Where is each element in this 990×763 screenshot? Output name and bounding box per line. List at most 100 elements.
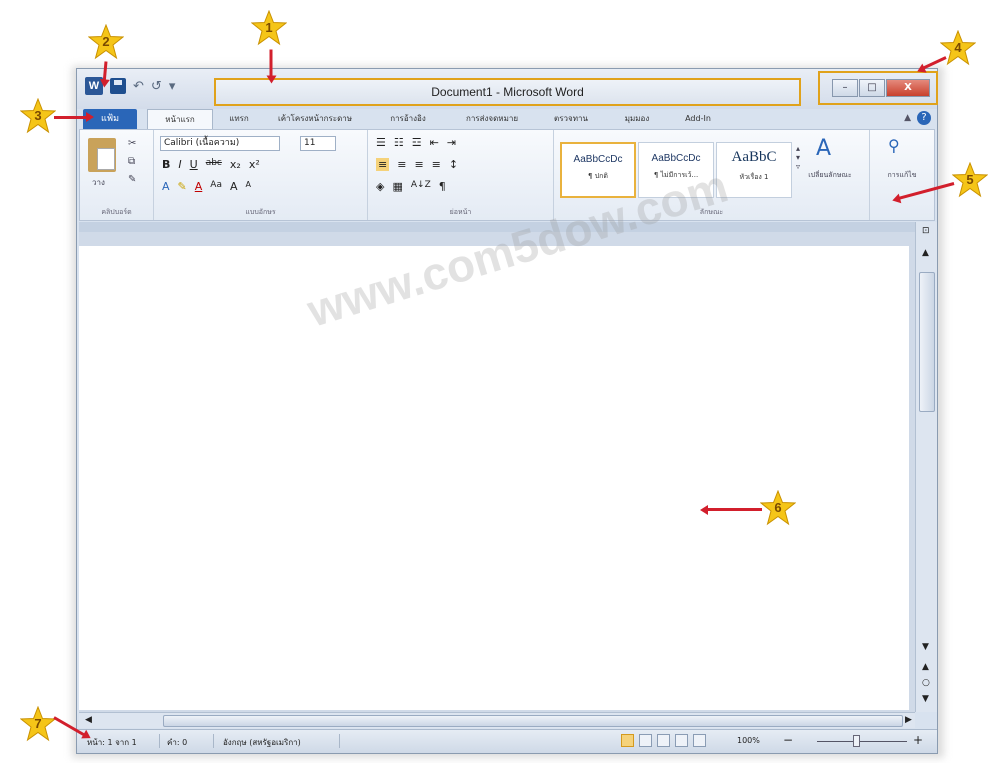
callout-arrow-1 bbox=[269, 49, 273, 78]
font-color-icon[interactable]: A bbox=[195, 180, 203, 193]
copy-icon[interactable]: ⧉ bbox=[128, 156, 135, 167]
tab-page-layout[interactable]: เค้าโครงหน้ากระดาษ bbox=[263, 109, 367, 129]
status-separator bbox=[213, 734, 214, 748]
multilevel-list-icon[interactable]: ☲ bbox=[412, 136, 422, 149]
tab-add-in[interactable]: Add-In bbox=[671, 109, 725, 129]
format-painter-icon[interactable]: ✎ bbox=[128, 174, 136, 185]
align-left-icon[interactable]: ≡ bbox=[376, 158, 390, 171]
word-count[interactable]: คำ: 0 bbox=[167, 736, 187, 749]
subscript-button[interactable]: x₂ bbox=[230, 158, 241, 171]
tab-references[interactable]: การอ้างอิง bbox=[371, 109, 445, 129]
browse-object-icon[interactable]: ○ bbox=[922, 678, 930, 688]
close-button[interactable]: X bbox=[886, 79, 930, 97]
full-screen-reading-icon[interactable] bbox=[639, 734, 652, 747]
minimize-ribbon-icon[interactable]: ▲ bbox=[904, 113, 911, 123]
scroll-left-icon[interactable]: ◀ bbox=[85, 715, 92, 725]
undo-icon[interactable]: ↶ bbox=[133, 79, 144, 94]
document-page[interactable]: www.com5dow.com bbox=[79, 159, 909, 710]
change-case-button[interactable]: Aa bbox=[210, 180, 222, 193]
callout-number: 2 bbox=[102, 34, 110, 49]
superscript-button[interactable]: x² bbox=[249, 158, 260, 171]
window-title: Document1 - Microsoft Word bbox=[214, 78, 801, 106]
align-right-icon[interactable]: ≡ bbox=[414, 158, 423, 171]
tab-mailings[interactable]: การส่งจดหมาย bbox=[449, 109, 535, 129]
scroll-right-icon[interactable]: ▶ bbox=[905, 715, 912, 725]
zoom-in-button[interactable]: + bbox=[913, 733, 923, 747]
web-layout-icon[interactable] bbox=[657, 734, 670, 747]
font-group: Calibri (เนื้อความ) 11 B I U abc x₂ x² A… bbox=[154, 130, 368, 220]
print-layout-icon[interactable] bbox=[621, 734, 634, 747]
scroll-down-icon[interactable]: ▼ bbox=[922, 642, 929, 652]
document-area: www.com5dow.com bbox=[79, 159, 915, 712]
draft-icon[interactable] bbox=[693, 734, 706, 747]
change-styles-label[interactable]: เปลี่ยนลักษณะ bbox=[808, 170, 852, 181]
page-count[interactable]: หน้า: 1 จาก 1 bbox=[87, 736, 137, 749]
grow-font-button[interactable]: A bbox=[230, 180, 238, 193]
outline-icon[interactable] bbox=[675, 734, 688, 747]
ruler-toggle-icon[interactable]: ⊡ bbox=[922, 226, 930, 236]
cut-icon[interactable]: ✂ bbox=[128, 138, 136, 149]
zoom-out-button[interactable]: − bbox=[783, 733, 793, 747]
styles-more-icon[interactable]: ▴ ▾ ▿ bbox=[796, 144, 800, 171]
horizontal-scroll-thumb[interactable] bbox=[163, 715, 903, 727]
previous-page-icon[interactable]: ▲ bbox=[922, 662, 929, 672]
word-window: W ↶ ↺ ▾ Document1 - Microsoft Word – □ X… bbox=[76, 68, 938, 754]
callout-arrow-6 bbox=[706, 508, 762, 511]
clipboard-group: วาง ✂ ⧉ ✎ คลิปบอร์ด bbox=[80, 130, 154, 220]
paste-icon[interactable] bbox=[88, 138, 116, 172]
customize-qat-icon[interactable]: ▾ bbox=[169, 79, 176, 94]
tab-insert[interactable]: แทรก bbox=[217, 109, 261, 129]
justify-icon[interactable]: ≡ bbox=[432, 158, 441, 171]
font-effects-row: A ✎ A Aa A A bbox=[162, 180, 251, 193]
line-spacing-icon[interactable]: ↕ bbox=[449, 158, 458, 171]
ribbon-tabs: แฟ้ม หน้าแรก แทรก เค้าโครงหน้ากระดาษ การ… bbox=[77, 109, 937, 129]
text-effects-icon[interactable]: A bbox=[162, 180, 170, 193]
font-format-row: B I U abc x₂ x² bbox=[162, 158, 260, 171]
strikethrough-button[interactable]: abc bbox=[206, 158, 222, 171]
tab-home[interactable]: หน้าแรก bbox=[147, 109, 213, 129]
bullets-icon[interactable]: ☰ bbox=[376, 136, 386, 149]
status-bar: หน้า: 1 จาก 1 คำ: 0 อังกฤษ (สหรัฐอเมริกา… bbox=[77, 729, 937, 753]
save-icon[interactable] bbox=[110, 78, 126, 94]
horizontal-scrollbar[interactable]: ◀ ▶ bbox=[79, 712, 915, 728]
style-normal-name: ¶ ปกติ bbox=[588, 172, 608, 180]
underline-button[interactable]: U bbox=[190, 158, 198, 171]
next-page-icon[interactable]: ▼ bbox=[922, 694, 929, 704]
style-heading-1-sample: AaBbC bbox=[731, 149, 777, 165]
zoom-slider-track[interactable] bbox=[817, 741, 907, 742]
tab-view[interactable]: มุมมอง bbox=[607, 109, 667, 129]
numbering-icon[interactable]: ☷ bbox=[394, 136, 404, 149]
language[interactable]: อังกฤษ (สหรัฐอเมริกา) bbox=[223, 736, 301, 749]
minimize-button[interactable]: – bbox=[832, 79, 858, 97]
vertical-scrollbar[interactable]: ⊡ ▲ ▼ ▲ ○ ▼ bbox=[915, 222, 937, 712]
borders-icon[interactable]: ▦ bbox=[392, 180, 402, 193]
italic-button[interactable]: I bbox=[178, 158, 181, 171]
tab-review[interactable]: ตรวจทาน bbox=[539, 109, 603, 129]
zoom-level[interactable]: 100% bbox=[737, 736, 760, 745]
vertical-scroll-thumb[interactable] bbox=[919, 272, 935, 412]
decrease-indent-icon[interactable]: ⇤ bbox=[430, 136, 439, 149]
increase-indent-icon[interactable]: ⇥ bbox=[447, 136, 456, 149]
shrink-font-button[interactable]: A bbox=[245, 180, 250, 193]
shading-icon[interactable]: ◈ bbox=[376, 180, 384, 193]
editing-label[interactable]: การแก้ไข bbox=[878, 170, 926, 181]
paste-label[interactable]: วาง bbox=[92, 176, 105, 189]
maximize-button[interactable]: □ bbox=[859, 79, 885, 97]
change-styles-icon[interactable]: A bbox=[816, 136, 831, 161]
align-center-icon[interactable]: ≡ bbox=[397, 158, 406, 171]
help-area: ▲ ? bbox=[904, 111, 931, 125]
bold-button[interactable]: B bbox=[162, 158, 170, 171]
sort-button[interactable]: A↓Z bbox=[411, 180, 431, 193]
show-marks-button[interactable]: ¶ bbox=[439, 180, 446, 193]
font-name-box[interactable]: Calibri (เนื้อความ) bbox=[160, 136, 280, 151]
redo-icon[interactable]: ↺ bbox=[151, 79, 162, 94]
clipboard-group-label: คลิปบอร์ด bbox=[101, 208, 132, 216]
scroll-up-icon[interactable]: ▲ bbox=[922, 248, 929, 258]
list-row: ☰ ☷ ☲ ⇤ ⇥ bbox=[376, 136, 456, 149]
find-icon[interactable]: ⚲ bbox=[888, 136, 900, 155]
highlight-icon[interactable]: ✎ bbox=[178, 180, 187, 193]
font-size-box[interactable]: 11 bbox=[300, 136, 336, 151]
zoom-slider-knob[interactable] bbox=[853, 735, 860, 747]
align-row: ≡ ≡ ≡ ≡ ↕ bbox=[376, 158, 458, 171]
help-icon[interactable]: ? bbox=[917, 111, 931, 125]
